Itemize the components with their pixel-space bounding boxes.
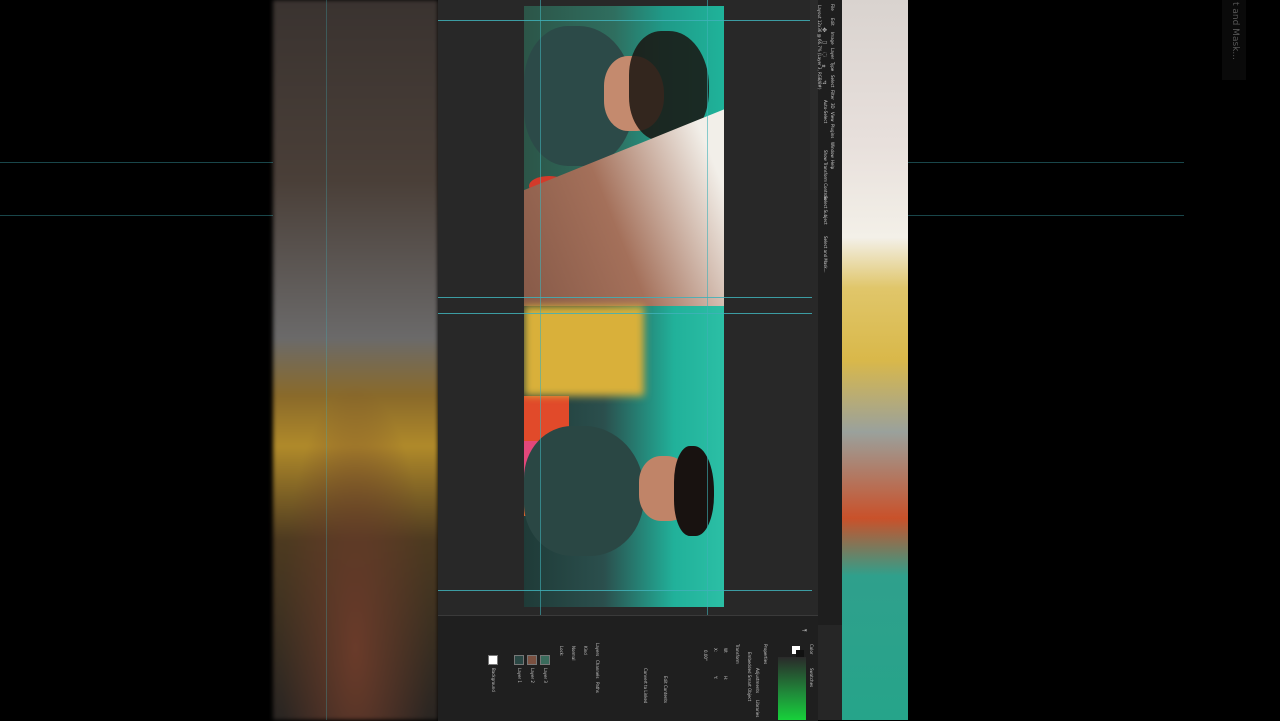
layer-name[interactable]: Layer 2 — [530, 668, 535, 683]
guide-vertical[interactable] — [707, 0, 708, 615]
layer-thumb[interactable] — [488, 655, 498, 665]
background-blur-right — [842, 0, 908, 720]
menu-edit[interactable]: Edit — [830, 18, 835, 26]
person-bottom-dress — [524, 426, 644, 556]
menu-filter[interactable]: Filter — [830, 90, 835, 100]
menu-file[interactable]: File — [830, 4, 835, 11]
transform-controls[interactable]: Show Transform Controls — [823, 150, 828, 200]
layer-thumb[interactable] — [527, 655, 537, 665]
lasso-icon[interactable]: ◌ — [822, 52, 828, 58]
h-label: H: — [723, 676, 728, 681]
guide-horizontal[interactable] — [438, 297, 812, 298]
tab-channels[interactable]: Channels — [595, 660, 600, 679]
overlay-text-region: t and Mask... — [1222, 0, 1246, 80]
menu-plugins[interactable]: Plugins — [830, 124, 835, 138]
document-tab[interactable]: Layout 12x36 @ 66.7% (Layer 3, RGB/8#) — [817, 5, 822, 89]
photo-bottom — [524, 306, 724, 607]
layer-thumb[interactable] — [514, 655, 524, 665]
menu-type[interactable]: Type — [830, 62, 835, 71]
eyedropper-icon[interactable]: ⊿ — [822, 80, 828, 86]
marquee-icon[interactable]: ▭ — [822, 40, 828, 46]
guide-vertical[interactable] — [540, 0, 541, 615]
layer-filter[interactable]: Kind — [583, 646, 588, 655]
color-ramp[interactable] — [778, 657, 806, 720]
convert-linked-button[interactable]: Convert to Linked — [643, 668, 648, 703]
blurred-hand — [273, 360, 438, 720]
guide-horizontal[interactable] — [438, 313, 812, 314]
document-canvas[interactable] — [524, 6, 724, 607]
flower-blur — [524, 306, 644, 396]
properties-title: Properties — [763, 644, 768, 665]
layer-name[interactable]: Layer 3 — [543, 668, 548, 683]
menu-select[interactable]: Select — [830, 75, 835, 87]
blend-mode-select[interactable]: Normal — [571, 646, 576, 660]
move-tool-icon[interactable]: ✥ — [822, 28, 828, 34]
lock-label: Lock: — [559, 646, 564, 657]
crop-icon[interactable]: ⌗ — [822, 64, 828, 70]
layer-name[interactable]: Background — [491, 668, 496, 692]
menu-image[interactable]: Image — [830, 32, 835, 45]
tab-layers[interactable]: Layers — [595, 643, 600, 656]
tab-libraries[interactable]: Libraries — [755, 700, 760, 717]
swatches-tab[interactable]: Swatches — [809, 668, 814, 687]
x-label: X: — [713, 648, 718, 653]
person-bottom-hair — [674, 446, 714, 536]
guide-horizontal-blur — [908, 215, 1184, 216]
edit-contents-button[interactable]: Edit Contents — [663, 676, 668, 703]
menu-layer[interactable]: Layer — [830, 48, 835, 59]
guide-horizontal[interactable] — [438, 20, 812, 21]
tab-paths[interactable]: Paths — [595, 682, 600, 693]
w-label: W: — [723, 648, 728, 654]
panel-collapse-icon[interactable]: ⇥ — [802, 628, 808, 634]
layer-thumb[interactable] — [540, 655, 550, 665]
y-label: Y: — [713, 676, 718, 680]
background-blur-left — [273, 0, 438, 720]
select-subject-button[interactable]: Select Subject — [823, 196, 828, 225]
guide-vertical-blur — [326, 0, 327, 720]
menu-3d[interactable]: 3D — [830, 103, 835, 109]
guide-horizontal-blur — [0, 162, 273, 163]
tab-adjustments[interactable]: Adjustments — [755, 668, 760, 693]
rotation-value[interactable]: 0.00° — [703, 650, 708, 661]
overlay-text: t and Mask... — [1230, 2, 1240, 60]
layer-name[interactable]: Layer 1 — [517, 668, 522, 683]
guide-horizontal-blur — [0, 215, 273, 216]
color-title[interactable]: Color — [809, 644, 814, 654]
transform-label: Transform — [735, 644, 740, 664]
menu-window[interactable]: Window — [830, 142, 835, 158]
guide-horizontal-blur — [908, 162, 1184, 163]
smart-object-label: Embedded Smart Object — [747, 652, 752, 702]
auto-select[interactable]: Auto-Select — [823, 100, 828, 123]
menu-help[interactable]: Help — [830, 160, 835, 169]
guide-horizontal[interactable] — [438, 590, 812, 591]
select-mask-button[interactable]: Select and Mask... — [823, 236, 828, 273]
menu-view[interactable]: View — [830, 112, 835, 122]
